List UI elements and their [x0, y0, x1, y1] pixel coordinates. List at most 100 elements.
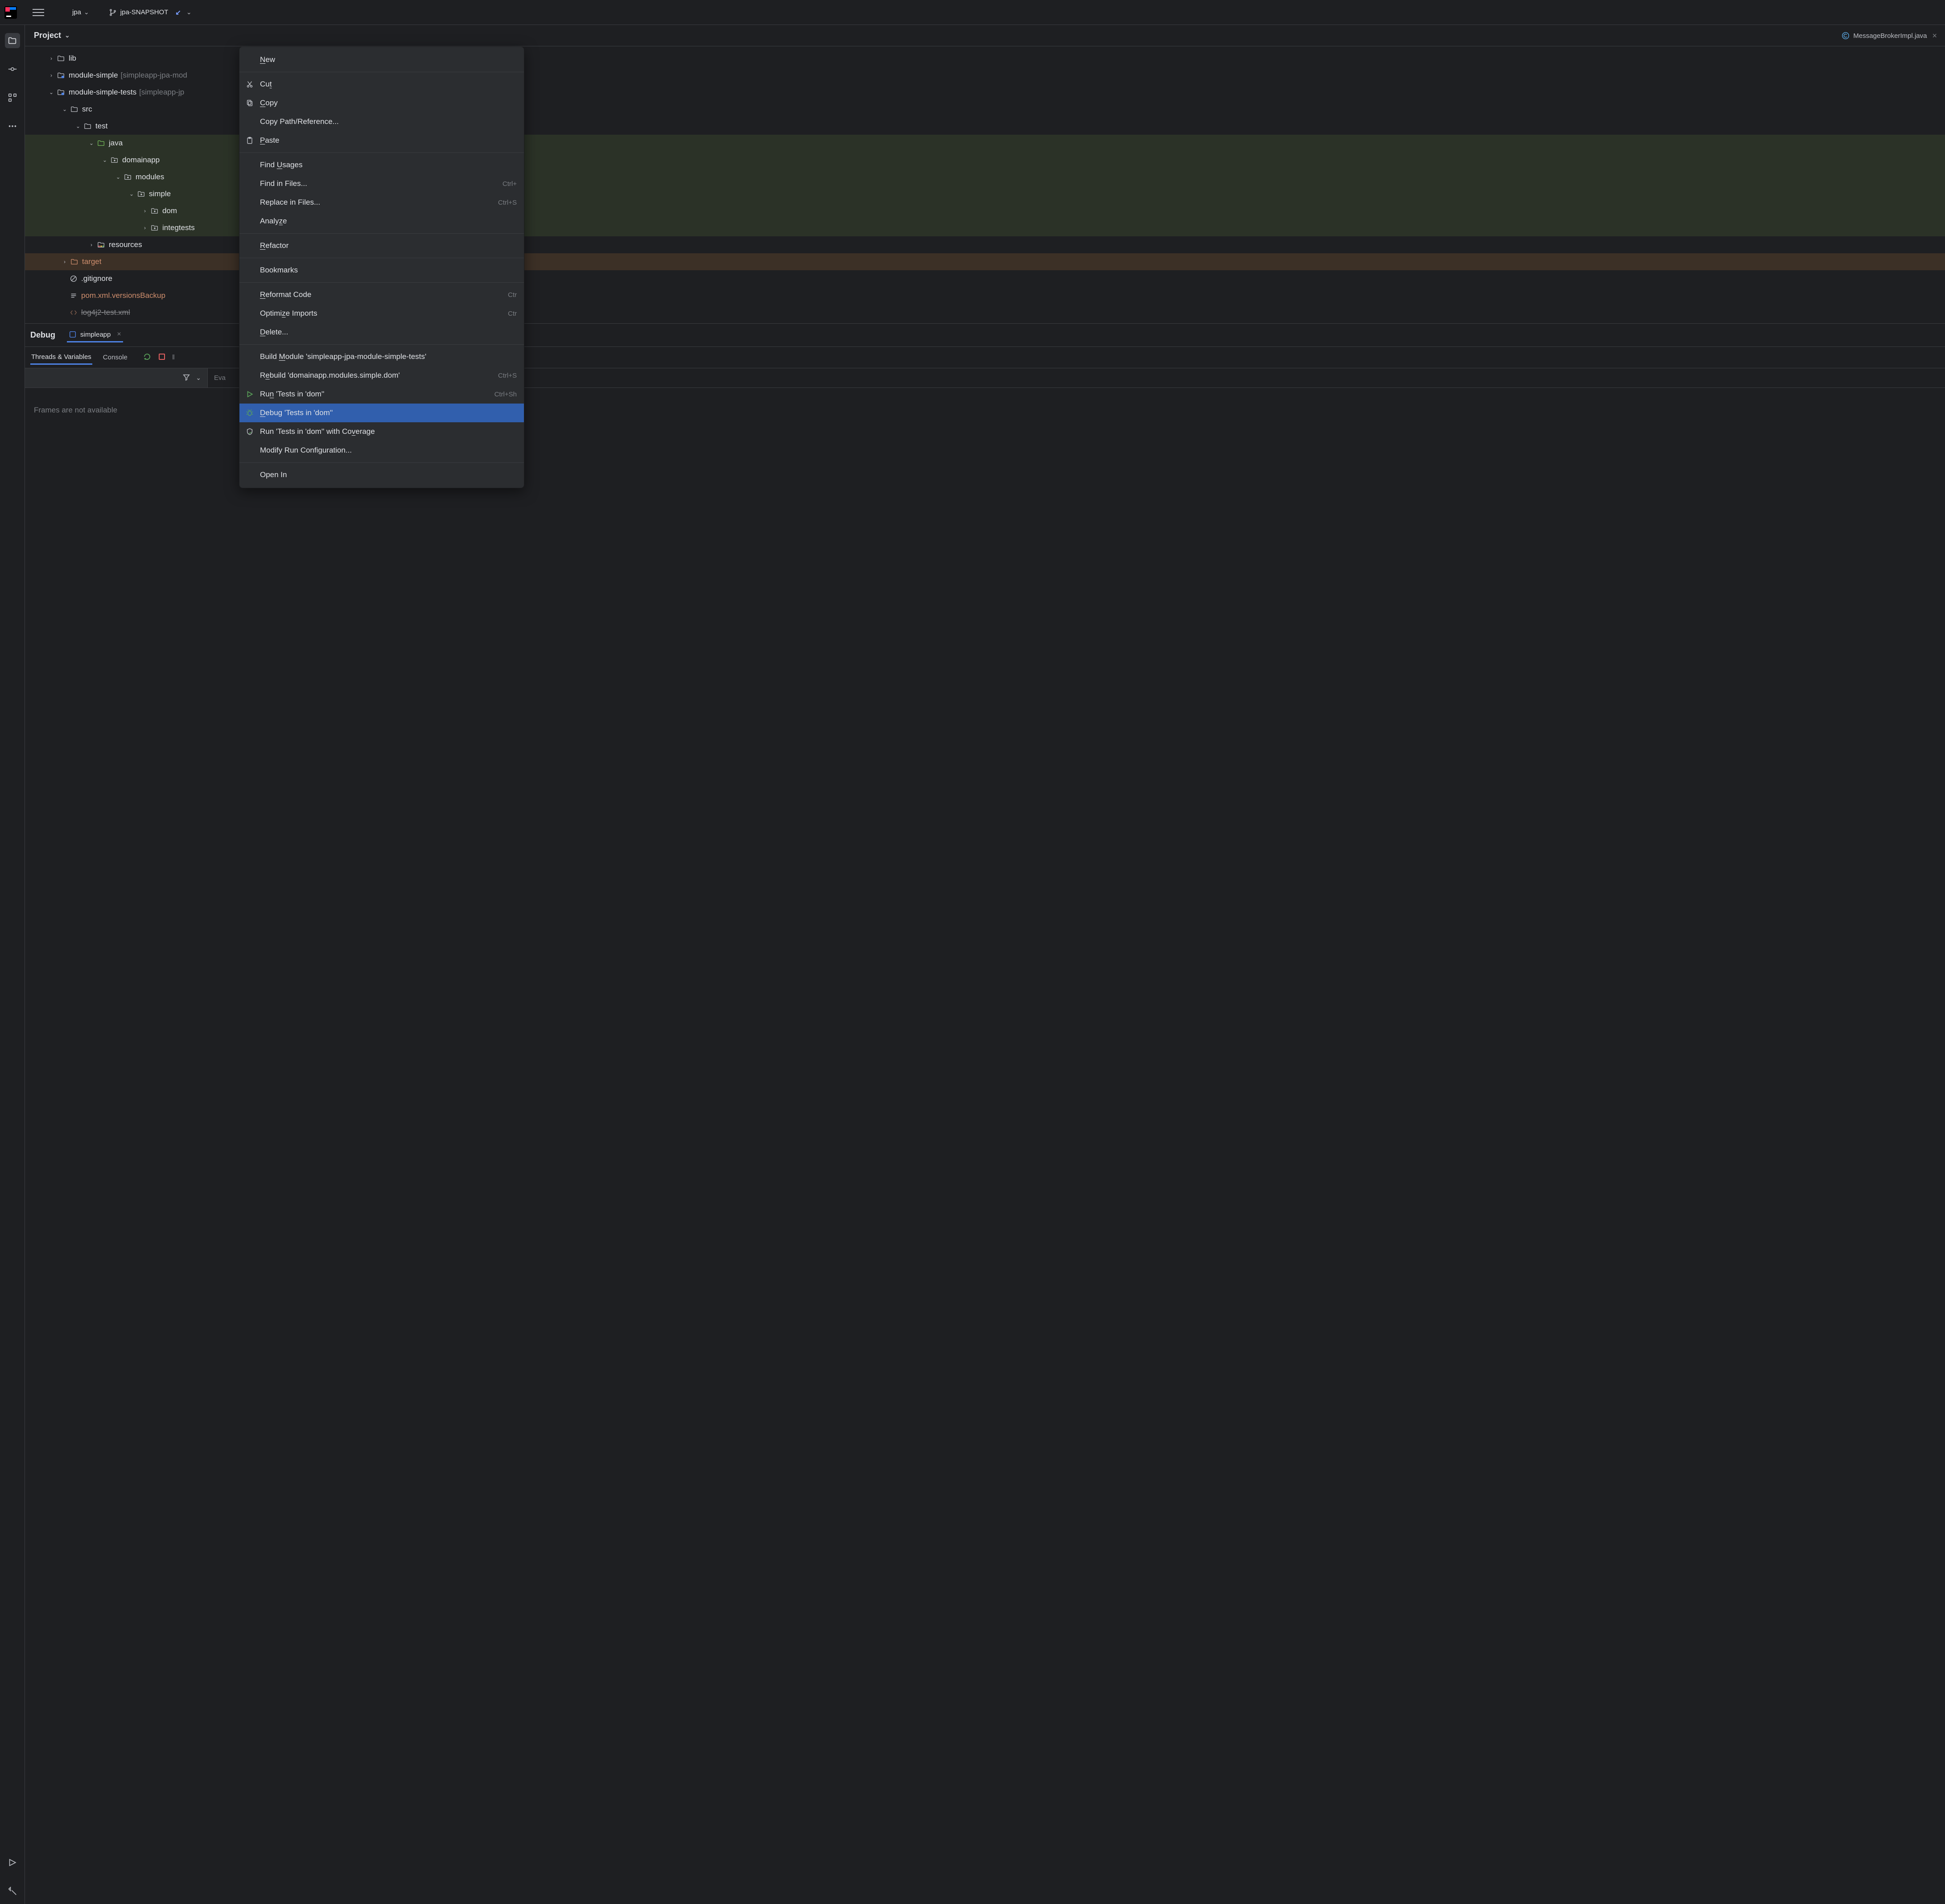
filter-icon[interactable] [182, 373, 190, 383]
menu-separator [239, 152, 524, 153]
paste-icon [245, 136, 255, 145]
collapse-icon[interactable]: ⌄ [101, 157, 109, 163]
folder-icon [56, 54, 66, 63]
tree-label: test [95, 122, 107, 131]
menu-modify-run-config[interactable]: Modify Run Configuration... [239, 441, 524, 460]
menu-debug-tests[interactable]: Debug 'Tests in 'dom'' [239, 404, 524, 422]
close-icon[interactable]: × [117, 330, 121, 338]
tool-window-stripe [0, 25, 25, 1904]
chevron-down-icon: ⌄ [84, 8, 89, 16]
menu-copy[interactable]: Copy [239, 94, 524, 112]
menu-separator [239, 282, 524, 283]
folder-icon [70, 104, 79, 114]
chevron-down-icon[interactable]: ⌄ [196, 374, 201, 382]
chevron-down-icon: ⌄ [186, 8, 192, 16]
more-tool-button[interactable] [5, 119, 20, 134]
debug-title: Debug [30, 330, 55, 340]
debug-session-name: simpleapp [80, 331, 111, 338]
resources-folder-icon [96, 240, 106, 250]
folder-icon [83, 121, 93, 131]
menu-run-coverage[interactable]: Run 'Tests in 'dom'' with Coverage [239, 422, 524, 441]
debug-tool-window: Debug simpleapp × Threads & Variables Co… [25, 324, 1945, 1904]
collapse-icon[interactable]: ⌄ [47, 89, 55, 95]
menu-run-tests[interactable]: Run 'Tests in 'dom''Ctrl+Sh [239, 385, 524, 404]
vcs-branch-widget[interactable]: jpa-SNAPSHOT ↙ ⌄ [109, 8, 192, 16]
module-folder-icon [56, 70, 66, 80]
text-file-icon [69, 291, 78, 301]
expand-icon[interactable]: › [47, 72, 55, 78]
editor-tab[interactable]: MessageBrokerImpl.java × [1837, 31, 1941, 41]
stop-icon[interactable] [158, 353, 166, 363]
tree-label: domainapp [122, 156, 160, 165]
tree-label: log4j2-test.xml [81, 308, 130, 317]
menu-build-module[interactable]: Build Module 'simpleapp-jpa-module-simpl… [239, 347, 524, 366]
menu-reformat[interactable]: Reformat CodeCtr [239, 285, 524, 304]
close-icon[interactable]: × [1932, 31, 1937, 41]
menu-find-usages[interactable]: Find Usages [239, 156, 524, 174]
copy-icon [245, 98, 255, 108]
branch-icon [109, 8, 117, 16]
collapse-icon[interactable]: ⌄ [87, 140, 95, 146]
editor-tab-strip: MessageBrokerImpl.java × [1834, 25, 1945, 46]
incoming-changes-icon: ↙ [175, 8, 181, 16]
menu-new[interactable]: New [239, 50, 524, 69]
tree-label: module-simple-tests [69, 88, 136, 97]
menu-analyze[interactable]: Analyze [239, 212, 524, 231]
tree-label: integtests [162, 223, 195, 232]
menu-cut[interactable]: Cut [239, 75, 524, 94]
menu-bookmarks[interactable]: Bookmarks [239, 261, 524, 280]
menu-open-in[interactable]: Open In [239, 466, 524, 484]
excluded-folder-icon [70, 257, 79, 267]
build-tool-button[interactable] [5, 1883, 20, 1899]
menu-find-in-files[interactable]: Find in Files...Ctrl+ [239, 174, 524, 193]
tree-hint: [simpleapp-jp [139, 88, 184, 97]
debug-icon [245, 408, 255, 418]
rerun-icon[interactable] [143, 352, 152, 363]
structure-tool-button[interactable] [5, 90, 20, 105]
menu-optimize[interactable]: Optimize ImportsCtr [239, 304, 524, 323]
tree-label: src [82, 105, 92, 114]
tree-label: modules [136, 173, 164, 181]
threads-tab[interactable]: Threads & Variables [30, 350, 92, 365]
collapse-icon[interactable]: ⌄ [114, 174, 122, 180]
pause-icon[interactable]: ‖ [172, 354, 175, 361]
run-config-selector[interactable]: jpa ⌄ [69, 7, 93, 18]
menu-rebuild[interactable]: Rebuild 'domainapp.modules.simple.dom'Ct… [239, 366, 524, 385]
collapse-icon[interactable]: ⌄ [128, 191, 136, 197]
tree-label: pom.xml.versionsBackup [81, 291, 165, 300]
expand-icon[interactable]: › [47, 55, 55, 62]
menu-separator [239, 344, 524, 345]
menu-paste[interactable]: Paste [239, 131, 524, 150]
intellij-logo[interactable] [4, 6, 17, 19]
menu-copy-path[interactable]: Copy Path/Reference... [239, 112, 524, 131]
package-icon [123, 172, 133, 182]
frames-filter-bar: ⌄ [25, 368, 208, 387]
collapse-icon[interactable]: ⌄ [74, 123, 82, 129]
console-tab[interactable]: Console [102, 351, 128, 364]
expand-icon[interactable]: › [61, 259, 69, 265]
chevron-down-icon: ⌄ [65, 32, 70, 39]
menu-refactor[interactable]: Refactor [239, 236, 524, 255]
tree-label: .gitignore [81, 274, 112, 283]
collapse-icon[interactable]: ⌄ [61, 106, 69, 112]
run-tool-button[interactable] [5, 1855, 20, 1870]
content-area: MessageBrokerImpl.java × Project ⌄ › lib… [25, 25, 1945, 1904]
project-tool-header[interactable]: Project ⌄ [25, 25, 1945, 46]
expand-icon[interactable]: › [87, 242, 95, 248]
menu-delete[interactable]: Delete... [239, 323, 524, 342]
tree-label: dom [162, 206, 177, 215]
run-icon [245, 389, 255, 399]
tree-label: module-simple [69, 71, 118, 80]
expand-icon[interactable]: › [141, 225, 149, 231]
tree-label: java [109, 139, 123, 148]
commit-tool-button[interactable] [5, 62, 20, 77]
expand-icon[interactable]: › [141, 208, 149, 214]
tree-label: lib [69, 54, 76, 63]
main-menu-icon[interactable] [32, 6, 45, 19]
menu-separator [239, 233, 524, 234]
package-icon [136, 189, 146, 199]
cut-icon [245, 79, 255, 89]
menu-replace-in-files[interactable]: Replace in Files...Ctrl+S [239, 193, 524, 212]
project-tool-button[interactable] [5, 33, 20, 48]
debug-session-tab[interactable]: simpleapp × [67, 328, 123, 342]
